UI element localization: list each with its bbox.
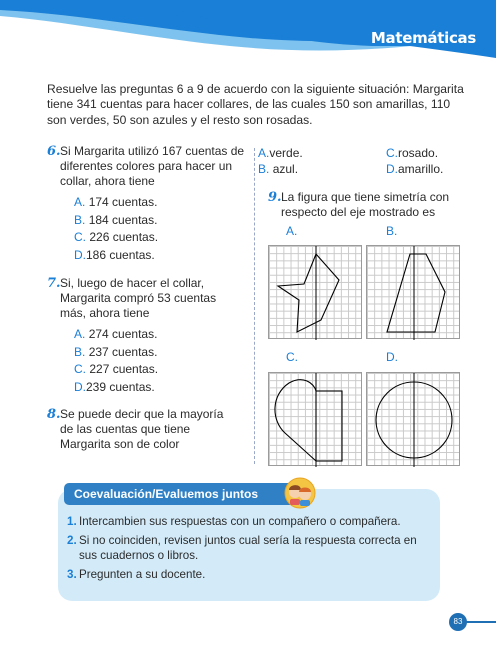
intro-text: Resuelve las preguntas 6 a 9 de acuerdo … (47, 82, 464, 127)
circle-shape-icon (375, 373, 453, 467)
question-number: 7. (47, 276, 61, 291)
option-a[interactable]: A. 274 cuentas. (74, 326, 240, 344)
option-b[interactable]: B. azul. (258, 162, 298, 176)
list-item: 1. Intercambien sus respuestas con un com… (67, 515, 401, 528)
option-d[interactable]: D.186 cuentas. (74, 247, 250, 265)
figure-b-label[interactable]: B. (386, 224, 397, 238)
star-shape-icon (276, 246, 340, 340)
figure-a-label[interactable]: A. (286, 224, 297, 238)
question-number: 6. (47, 144, 61, 159)
question-6: 6. Si Margarita utilizó 167 cuentas de d… (47, 144, 250, 264)
options-list: A. 174 cuentas. B. 184 cuentas. C. 226 c… (60, 194, 250, 264)
option-b[interactable]: B. 237 cuentas. (74, 344, 240, 362)
question-7: 7. Si, luego de hacer el collar, Margari… (47, 276, 240, 396)
option-c[interactable]: C. 226 cuentas. (74, 229, 250, 247)
question-number: 9. (268, 190, 282, 205)
option-c[interactable]: C. 227 cuentas. (74, 361, 240, 379)
figure-d-circle[interactable] (366, 372, 460, 467)
kids-icon (284, 477, 316, 509)
coevaluation-list: 1. Intercambien sus respuestas con un com… (67, 514, 431, 586)
page-number: 83 (449, 613, 467, 631)
page-header: Matemáticas (0, 0, 496, 70)
coevaluation-title: Coevaluación/Evaluemos juntos (64, 483, 308, 505)
option-b[interactable]: B. 184 cuentas. (74, 212, 250, 230)
question-number: 8. (47, 407, 61, 422)
question-text: Si, luego de hacer el collar, Margarita … (60, 276, 217, 320)
trapezoid-shape-icon (386, 246, 446, 340)
question-text: Si Margarita utilizó 167 cuentas de dife… (60, 144, 245, 188)
figure-c-heart[interactable] (268, 372, 362, 467)
option-a[interactable]: A. 174 cuentas. (74, 194, 250, 212)
option-d[interactable]: D.239 cuentas. (74, 379, 240, 397)
question-text: Se puede decir que la mayoría de las cue… (60, 407, 224, 451)
option-c[interactable]: C.rosado. (386, 146, 438, 160)
figure-c-label[interactable]: C. (286, 350, 298, 364)
question-text: La figura que tiene simetría con respect… (281, 190, 450, 219)
figure-b-trapezoid[interactable] (366, 245, 460, 340)
heart-shape-icon (274, 373, 343, 467)
subject-title: Matemáticas (370, 29, 476, 47)
page-number-line (466, 621, 496, 623)
question-8: 8. Se puede decir que la mayoría de las … (47, 407, 240, 452)
option-d[interactable]: D.amarillo. (386, 162, 443, 176)
question-9: 9. La figura que tiene simetría con resp… (268, 190, 471, 220)
option-a[interactable]: A.verde. (258, 146, 303, 160)
options-list: A. 274 cuentas. B. 237 cuentas. C. 227 c… (60, 326, 240, 396)
list-item: 2. Si no coinciden, revisen juntos cual s… (67, 534, 417, 562)
list-item: 3. Pregunten a su docente. (67, 568, 206, 581)
figure-a-star[interactable] (268, 245, 362, 340)
figure-d-label[interactable]: D. (386, 350, 398, 364)
column-divider (254, 148, 255, 464)
